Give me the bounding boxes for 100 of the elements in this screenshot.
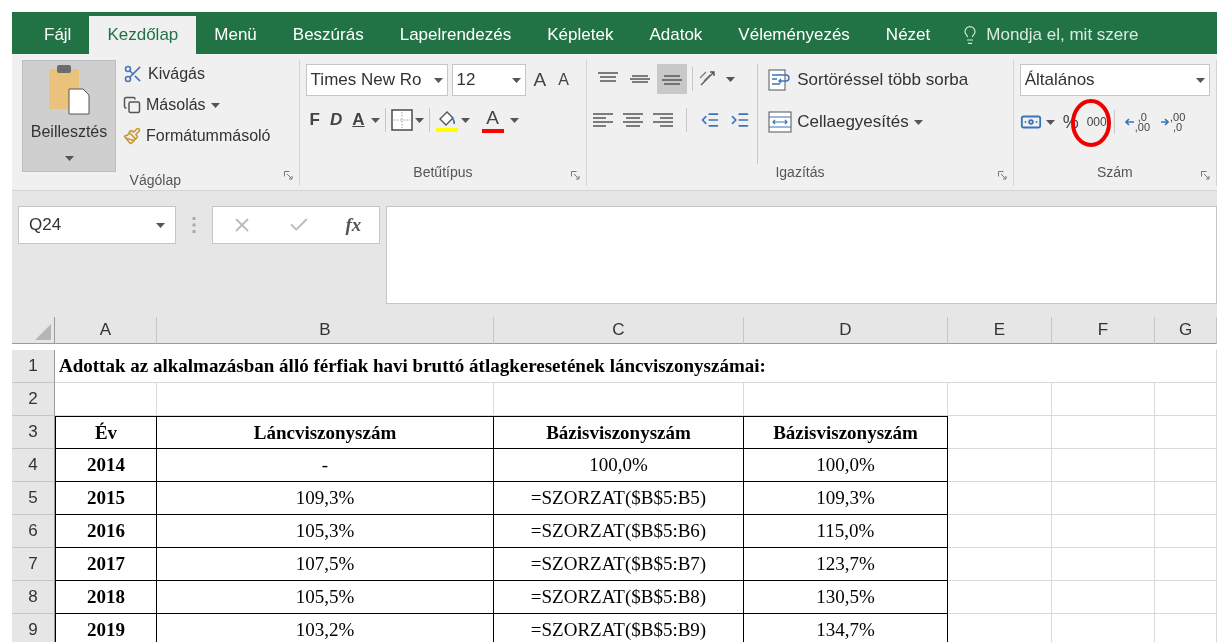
- font-size-field[interactable]: 12: [451, 64, 526, 96]
- column-header[interactable]: G: [1155, 317, 1217, 344]
- column-header[interactable]: A: [55, 317, 157, 344]
- table-cell: 130,5%: [744, 581, 948, 614]
- column-header[interactable]: D: [744, 317, 948, 344]
- empty-cell: [1155, 449, 1217, 482]
- shrink-font-button[interactable]: A: [554, 66, 573, 94]
- caret-icon[interactable]: [433, 77, 443, 83]
- caret-icon[interactable]: [913, 119, 923, 125]
- caret-icon[interactable]: [511, 77, 521, 83]
- group-label: Szám: [1096, 164, 1133, 182]
- table-cell: -: [157, 449, 494, 482]
- caret-icon[interactable]: [726, 76, 736, 82]
- number-format-field[interactable]: Általános: [1019, 64, 1210, 96]
- table-cell: 105,3%: [157, 515, 494, 548]
- caret-icon[interactable]: [370, 117, 380, 123]
- font-color-button[interactable]: A: [477, 106, 508, 134]
- ribbon-tab[interactable]: Beszúrás: [274, 16, 382, 54]
- caret-icon[interactable]: [460, 117, 470, 123]
- table-cell: 109,3%: [157, 482, 494, 515]
- caret-icon[interactable]: [1045, 119, 1055, 125]
- empty-cell: [1155, 416, 1217, 449]
- vertical-align-button[interactable]: [657, 64, 688, 94]
- table-cell: 2015: [55, 482, 157, 515]
- grip-icon: [192, 217, 196, 233]
- ribbon-tab[interactable]: Adatok: [631, 16, 721, 54]
- copy-button[interactable]: Másolás: [120, 91, 274, 119]
- caret-icon[interactable]: [156, 222, 165, 228]
- row-header[interactable]: 7: [12, 548, 55, 581]
- bold-button[interactable]: F: [305, 106, 324, 134]
- align-left-icon[interactable]: [593, 113, 614, 127]
- header-cell: Bázisviszonyszám: [494, 416, 744, 449]
- row-header[interactable]: 4: [12, 449, 55, 482]
- decrease-indent-icon[interactable]: [700, 110, 721, 130]
- tell-me-field[interactable]: Mondja el, mit szere: [986, 25, 1139, 45]
- merge-cells-button[interactable]: Cellaegyesítés: [765, 108, 972, 136]
- ribbon-tab[interactable]: Nézet: [867, 16, 949, 54]
- empty-cell: [1155, 383, 1217, 416]
- row-header[interactable]: 2: [12, 383, 55, 416]
- table-cell: 2017: [55, 548, 157, 581]
- scissors-icon: [123, 64, 143, 84]
- header-cell: Bázisviszonyszám: [744, 416, 948, 449]
- empty-cell: [1155, 482, 1217, 515]
- ribbon-tab[interactable]: Fájl: [26, 16, 90, 54]
- table-cell: =SZORZAT($B$5:B9): [494, 614, 744, 642]
- dialog-launcher-icon[interactable]: [997, 171, 1007, 180]
- align-center-icon[interactable]: [623, 113, 644, 127]
- caret-icon[interactable]: [210, 102, 220, 108]
- row-header[interactable]: 3: [12, 416, 55, 449]
- merge-cells-icon: [768, 111, 793, 133]
- caret-icon[interactable]: [1195, 77, 1205, 83]
- group-label: Betűtípus: [413, 164, 473, 182]
- increase-indent-icon[interactable]: [730, 110, 751, 130]
- table-cell: 107,5%: [157, 548, 494, 581]
- dialog-launcher-icon[interactable]: [1201, 171, 1210, 180]
- ribbon-tab[interactable]: Képletek: [529, 16, 632, 54]
- table-cell: 2016: [55, 515, 157, 548]
- table-cell: =SZORZAT($B$5:B6): [494, 515, 744, 548]
- font-name-field[interactable]: Times New Ro: [305, 64, 448, 96]
- increase-decimal-button[interactable]: ,0 ,00: [1121, 112, 1153, 132]
- row-header[interactable]: 8: [12, 581, 55, 614]
- row-header[interactable]: 9: [12, 614, 55, 642]
- row-header[interactable]: 5: [12, 482, 55, 515]
- row-header[interactable]: 1: [12, 350, 55, 383]
- group-label: Igazítás: [775, 164, 825, 182]
- dialog-launcher-icon[interactable]: [571, 171, 581, 180]
- cut-button[interactable]: Kivágás: [120, 60, 274, 88]
- underline-button[interactable]: A: [348, 106, 369, 134]
- italic-button[interactable]: D: [326, 106, 347, 134]
- empty-cell: [1155, 515, 1217, 548]
- header-cell: Láncviszonyszám: [157, 416, 494, 449]
- borders-icon[interactable]: [390, 109, 413, 131]
- column-header[interactable]: C: [494, 317, 744, 344]
- bottom-align-icon: [662, 72, 683, 86]
- format-painter-button[interactable]: Formátummásoló: [120, 122, 274, 150]
- caret-icon[interactable]: [509, 117, 519, 123]
- table-cell: 109,3%: [744, 482, 948, 515]
- table-cell: 105,5%: [157, 581, 494, 614]
- decrease-decimal-button[interactable]: ,00 ,0: [1157, 112, 1189, 132]
- column-header[interactable]: F: [1052, 317, 1155, 344]
- column-header[interactable]: B: [157, 317, 494, 344]
- wrap-text-button[interactable]: Sortöréssel több sorba: [765, 66, 972, 94]
- caret-icon[interactable]: [414, 117, 424, 123]
- ribbon-tab[interactable]: Lapelrendezés: [381, 16, 530, 54]
- dialog-launcher-icon[interactable]: [283, 171, 293, 180]
- paste-button[interactable]: Beillesztés: [22, 60, 116, 172]
- title-cell: Adottak az alkalmazásban álló férfiak havi bruttó átlagkeresetének láncviszonyszámai:: [55, 350, 1217, 383]
- insert-function-button[interactable]: fx: [345, 214, 362, 236]
- ribbon-tab[interactable]: Kezdőlap: [89, 16, 197, 54]
- table-cell: =SZORZAT($B$5:B5): [494, 482, 744, 515]
- align-right-icon[interactable]: [653, 113, 674, 127]
- name-box[interactable]: Q24: [18, 206, 176, 244]
- row-header[interactable]: 6: [12, 515, 55, 548]
- column-header[interactable]: E: [948, 317, 1052, 344]
- ribbon-tab[interactable]: Véleményezés: [720, 16, 868, 54]
- caret-icon[interactable]: [64, 156, 74, 161]
- copy-icon: [123, 96, 141, 114]
- ribbon-tab[interactable]: Menü: [196, 16, 275, 54]
- corner-header[interactable]: [12, 317, 55, 344]
- grow-font-button[interactable]: A: [529, 66, 551, 94]
